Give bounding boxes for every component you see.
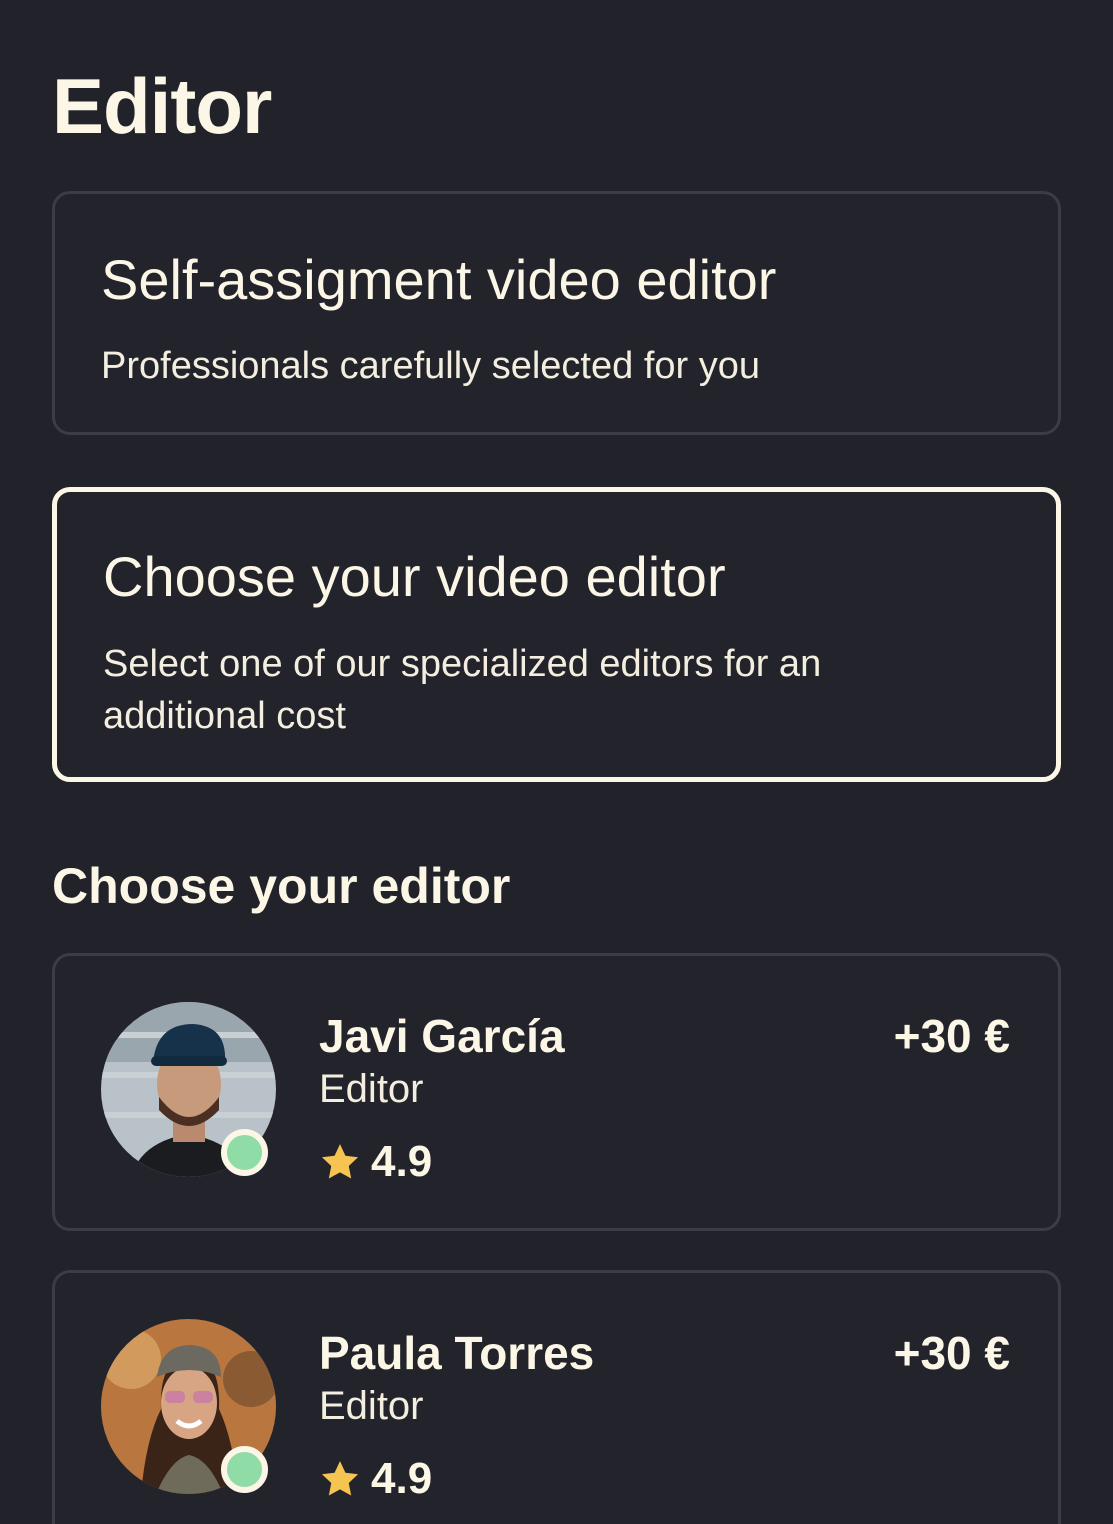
page-title: Editor [52, 62, 272, 150]
online-status-dot [221, 1129, 268, 1176]
rating-value: 4.9 [371, 1454, 433, 1503]
editor-name: Paula Torres [319, 1327, 595, 1379]
editor-card-javi-garcia[interactable]: Javi García Editor 4.9 +30 € [52, 953, 1061, 1231]
editor-rating: 4.9 [319, 1451, 432, 1507]
star-icon [321, 1144, 359, 1179]
editor-screen: Editor Self-assigment video editor Profe… [0, 0, 1113, 1524]
editor-name: Javi García [319, 1010, 565, 1062]
editor-price: +30 € [893, 1327, 1010, 1379]
editor-role: Editor [319, 1384, 424, 1428]
editor-role: Editor [319, 1067, 424, 1111]
star-icon [321, 1461, 359, 1496]
option-choose-editor[interactable]: Choose your video editor Select one of o… [52, 487, 1061, 782]
online-status-dot [221, 1446, 268, 1493]
option-title: Choose your video editor [103, 545, 726, 608]
option-title: Self-assigment video editor [101, 248, 777, 311]
rating-value: 4.9 [371, 1137, 433, 1186]
editor-rating: 4.9 [319, 1134, 432, 1190]
option-self-assignment[interactable]: Self-assigment video editor Professional… [52, 191, 1061, 435]
editor-price: +30 € [893, 1010, 1010, 1062]
editor-card-paula-torres[interactable]: Paula Torres Editor 4.9 +30 € [52, 1270, 1061, 1524]
option-description: Professionals carefully selected for you [101, 345, 760, 387]
section-title: Choose your editor [52, 858, 511, 914]
option-description: Select one of our specialized editors fo… [103, 643, 822, 737]
